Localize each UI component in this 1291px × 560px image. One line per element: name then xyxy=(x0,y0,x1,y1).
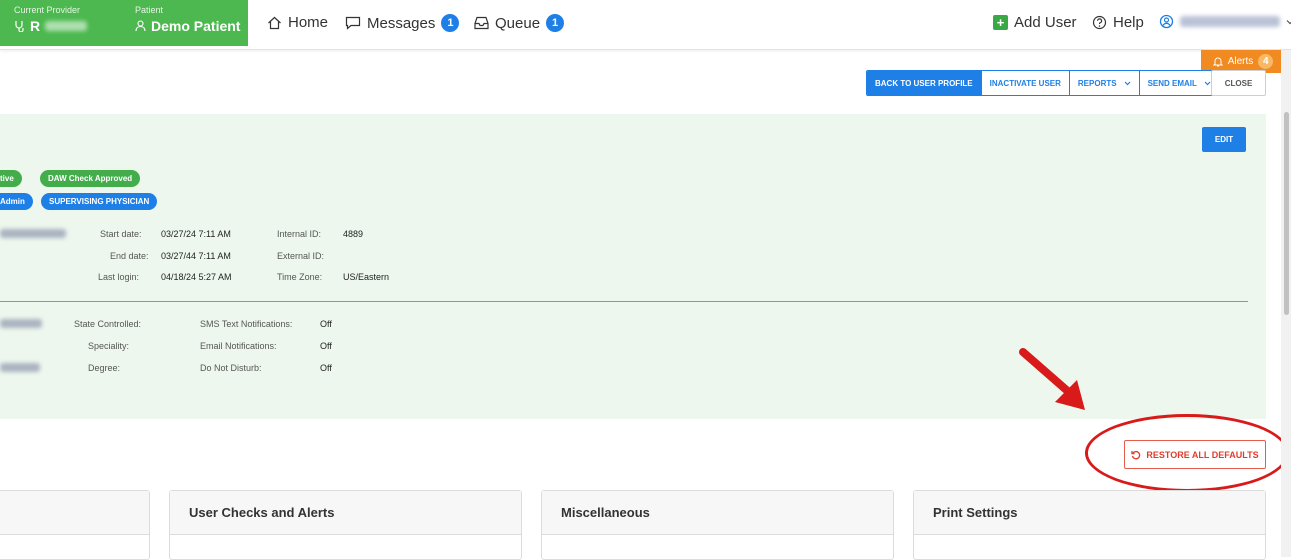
start-date-value: 03/27/24 7:11 AM xyxy=(161,229,231,239)
user-menu[interactable] xyxy=(1159,14,1291,29)
queue-count-badge: 1 xyxy=(546,14,565,32)
miscellaneous-header: Miscellaneous xyxy=(542,491,893,535)
current-provider-label: Current Provider xyxy=(14,5,81,15)
end-date-value: 03/27/44 7:11 AM xyxy=(161,251,231,261)
plus-icon: + xyxy=(993,15,1008,30)
status-pill-daw-approved: DAW Check Approved xyxy=(40,170,141,187)
internal-id-value: 4889 xyxy=(343,229,364,239)
settings-card-1 xyxy=(0,490,150,560)
email-notifications-value: Off xyxy=(320,341,332,351)
annotation-arrow xyxy=(1019,348,1085,410)
sms-notifications-label: SMS Text Notifications: xyxy=(200,319,293,329)
nav-queue[interactable]: Queue 1 xyxy=(474,14,565,32)
external-id-label: External ID: xyxy=(277,251,325,261)
print-settings-header: Print Settings xyxy=(914,491,1265,535)
home-icon xyxy=(268,16,281,29)
end-date-label: End date: xyxy=(110,251,149,261)
inbox-icon xyxy=(474,16,489,30)
time-zone-label: Time Zone: xyxy=(277,272,323,282)
patient-name: Demo Patient xyxy=(151,18,241,34)
start-date-label: Start date: xyxy=(100,229,142,239)
back-to-user-profile-button[interactable]: BACK TO USER PROFILE xyxy=(867,71,981,95)
reports-dropdown-button[interactable]: REPORTS xyxy=(1068,71,1139,95)
last-login-value: 04/18/24 5:27 AM xyxy=(161,272,232,282)
chevron-down-icon xyxy=(1286,19,1291,24)
do-not-disturb-value: Off xyxy=(320,363,332,373)
nav-messages[interactable]: Messages 1 xyxy=(345,14,460,32)
bell-icon xyxy=(1212,57,1223,67)
section-divider xyxy=(0,301,1248,302)
provider-initial: R xyxy=(30,18,41,34)
chevron-down-icon xyxy=(1204,81,1211,85)
npi-redacted xyxy=(0,319,42,328)
alerts-label: Alerts xyxy=(1227,56,1254,67)
nav-home-label: Home xyxy=(288,14,329,31)
annotation-circle xyxy=(1085,414,1289,492)
user-checks-header: User Checks and Alerts xyxy=(170,491,521,535)
miscellaneous-card: Miscellaneous xyxy=(541,490,894,560)
user-name-redacted xyxy=(1180,16,1280,27)
role-pill-admin: Admin xyxy=(0,193,33,210)
top-navigation-bar: Current Provider R Patient Demo Patient … xyxy=(0,0,1291,50)
role-pill-supervising-physician: SUPERVISING PHYSICIAN xyxy=(41,193,158,210)
scrollbar-thumb[interactable] xyxy=(1284,112,1289,315)
help-icon xyxy=(1092,15,1107,30)
nav-messages-label: Messages xyxy=(367,14,436,32)
help-label: Help xyxy=(1113,14,1144,31)
stethoscope-icon xyxy=(15,21,24,32)
email-redacted xyxy=(0,229,66,238)
user-checks-card: User Checks and Alerts xyxy=(169,490,522,560)
last-login-label: Last login: xyxy=(98,272,140,282)
card-header xyxy=(0,491,149,535)
add-user-button[interactable]: + Add User xyxy=(993,14,1077,31)
dea-redacted xyxy=(0,363,40,372)
edit-button[interactable]: EDIT xyxy=(1202,127,1246,152)
profile-actions-group: BACK TO USER PROFILE INACTIVATE USER REP… xyxy=(866,70,1220,96)
do-not-disturb-label: Do Not Disturb: xyxy=(200,363,262,373)
current-provider[interactable]: R xyxy=(14,18,88,34)
patient-label: Patient xyxy=(135,5,164,15)
current-patient[interactable]: Demo Patient xyxy=(135,18,240,34)
degree-label: Degree: xyxy=(88,363,121,373)
internal-id-label: Internal ID: xyxy=(277,229,322,239)
nav-queue-label: Queue xyxy=(495,14,541,32)
speciality-label: Speciality: xyxy=(88,341,130,351)
user-avatar-icon xyxy=(1159,14,1174,29)
email-notifications-label: Email Notifications: xyxy=(200,341,277,351)
alerts-count-badge: 4 xyxy=(1258,54,1274,69)
sms-notifications-value: Off xyxy=(320,319,332,329)
help-button[interactable]: Help xyxy=(1092,14,1144,31)
print-settings-card: Print Settings xyxy=(913,490,1266,560)
context-banner[interactable]: Current Provider R Patient Demo Patient xyxy=(0,0,248,46)
inactivate-user-button[interactable]: INACTIVATE USER xyxy=(980,71,1069,95)
reports-label: REPORTS xyxy=(1077,78,1117,88)
state-controlled-label: State Controlled: xyxy=(74,319,142,329)
start-date-row: Start date: xyxy=(100,229,142,239)
status-pill-active: tive xyxy=(0,170,22,187)
person-icon xyxy=(135,20,146,32)
chevron-down-icon xyxy=(1124,81,1131,85)
chat-icon xyxy=(345,16,361,30)
send-email-dropdown-button[interactable]: SEND EMAIL xyxy=(1138,71,1219,95)
messages-count-badge: 1 xyxy=(441,14,460,32)
time-zone-value: US/Eastern xyxy=(343,272,390,282)
provider-name-redacted xyxy=(45,21,88,31)
nav-home[interactable]: Home xyxy=(267,14,328,31)
add-user-label: Add User xyxy=(1014,14,1077,31)
send-email-label: SEND EMAIL xyxy=(1147,78,1197,88)
close-button[interactable]: CLOSE xyxy=(1211,70,1266,96)
